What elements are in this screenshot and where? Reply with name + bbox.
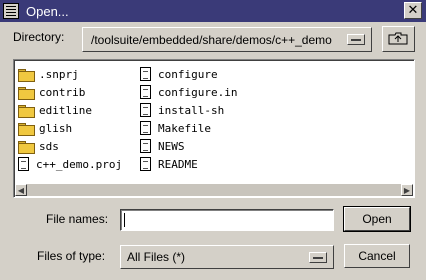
folder-icon: [18, 140, 35, 154]
file-item[interactable]: c++_demo.proj: [18, 155, 122, 173]
file-item[interactable]: install-sh: [140, 101, 237, 119]
file-type-combo[interactable]: All Files (*): [120, 245, 334, 269]
file-icon: [18, 157, 29, 171]
parent-directory-button[interactable]: [382, 26, 415, 52]
horizontal-scrollbar[interactable]: ◀ ▶: [15, 184, 413, 196]
close-button[interactable]: ✕: [404, 2, 422, 19]
file-item[interactable]: Makefile: [140, 119, 237, 137]
cancel-button[interactable]: Cancel: [344, 244, 410, 268]
scroll-right-button[interactable]: ▶: [401, 184, 413, 196]
scroll-track[interactable]: [27, 184, 401, 196]
file-icon: [140, 121, 151, 135]
file-icon: [140, 157, 151, 171]
folder-item[interactable]: editline: [18, 101, 122, 119]
file-item[interactable]: configure: [140, 65, 237, 83]
file-item[interactable]: configure.in: [140, 83, 237, 101]
window-menu-icon[interactable]: [3, 3, 19, 19]
file-name-label: File names:: [46, 212, 109, 226]
file-item[interactable]: README: [140, 155, 237, 173]
file-icon: [140, 85, 151, 99]
folder-icon: [18, 104, 35, 118]
directory-path: /toolsuite/embedded/share/demos/c++_demo: [91, 32, 332, 47]
file-list-column-2: configure configure.in install-sh Makefi…: [140, 65, 237, 173]
folder-item[interactable]: contrib: [18, 83, 122, 101]
file-list[interactable]: .snprj contrib editline glish sds c++_de…: [13, 59, 415, 198]
file-type-label: Files of type:: [37, 249, 106, 263]
dropdown-icon[interactable]: [309, 251, 327, 263]
file-icon: [140, 67, 151, 81]
arrow-right-icon: ▶: [403, 185, 411, 195]
dropdown-icon[interactable]: [347, 34, 365, 45]
scroll-left-button[interactable]: ◀: [15, 184, 27, 196]
folder-icon: [18, 122, 35, 136]
file-type-value: All Files (*): [127, 250, 186, 264]
title-bar: Open... ✕: [0, 0, 426, 22]
directory-label: Directory:: [13, 30, 65, 44]
folder-item[interactable]: sds: [18, 137, 122, 155]
file-name-input[interactable]: [120, 209, 334, 231]
file-list-column-1: .snprj contrib editline glish sds c++_de…: [18, 65, 122, 173]
arrow-left-icon: ◀: [17, 185, 25, 195]
file-icon: [140, 139, 151, 153]
folder-icon: [18, 68, 35, 82]
open-button[interactable]: Open: [343, 206, 411, 232]
folder-icon: [18, 86, 35, 100]
close-icon: ✕: [407, 2, 419, 17]
file-item[interactable]: NEWS: [140, 137, 237, 155]
file-icon: [140, 103, 151, 117]
text-caret: [124, 213, 125, 227]
directory-combo[interactable]: /toolsuite/embedded/share/demos/c++_demo: [82, 27, 372, 52]
window-title: Open...: [26, 3, 69, 19]
folder-item[interactable]: glish: [18, 119, 122, 137]
folder-up-icon: [388, 32, 408, 45]
folder-item[interactable]: .snprj: [18, 65, 122, 83]
